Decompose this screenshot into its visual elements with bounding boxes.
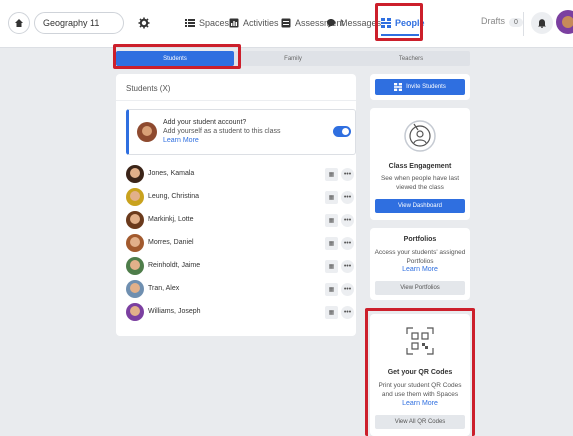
student-name: Markinkj, Lotte — [148, 216, 194, 223]
list-item[interactable]: Morres, Daniel ▦ ••• — [126, 234, 356, 254]
invite-students-label: Invite Students — [406, 84, 446, 90]
gear-icon[interactable] — [136, 15, 152, 31]
add-account-toggle[interactable] — [333, 126, 351, 137]
avatar — [126, 257, 144, 275]
students-panel: Students (X) Add your student account? A… — [116, 74, 356, 336]
add-account-text: Add yourself as a student to this class — [163, 128, 281, 135]
tab-teachers[interactable]: Teachers — [352, 51, 470, 66]
student-name: Jones, Kamala — [148, 170, 195, 177]
avatar — [126, 165, 144, 183]
list-item[interactable]: Williams, Joseph ▦ ••• — [126, 303, 356, 323]
avatar — [126, 280, 144, 298]
divider — [523, 12, 524, 36]
nav-activities[interactable]: Activities — [229, 14, 279, 32]
qr-code-icon[interactable]: ▦ — [325, 237, 338, 250]
activities-icon — [229, 18, 239, 28]
avatar — [126, 211, 144, 229]
nav-spaces[interactable]: Spaces — [185, 14, 229, 32]
spaces-icon — [185, 19, 195, 27]
more-options-icon[interactable]: ••• — [341, 191, 354, 204]
view-dashboard-button[interactable]: View Dashboard — [375, 199, 465, 213]
drafts-count-badge: 0 — [509, 18, 523, 27]
learn-more-link[interactable]: Learn More — [163, 137, 199, 144]
people-icon — [394, 83, 403, 91]
top-navigation-bar: Geography 11 Spaces Activities Assessmen… — [0, 0, 573, 48]
list-item[interactable]: Jones, Kamala ▦ ••• — [126, 165, 356, 185]
student-name: Morres, Daniel — [148, 239, 194, 246]
list-item[interactable]: Tran, Alex ▦ ••• — [126, 280, 356, 300]
portfolios-learn-more-link[interactable]: Learn More — [370, 266, 470, 273]
user-avatar[interactable] — [556, 10, 573, 34]
qr-code-icon[interactable]: ▦ — [325, 260, 338, 273]
nav-messages[interactable]: Messages — [326, 14, 381, 32]
list-item[interactable]: Markinkj, Lotte ▦ ••• — [126, 211, 356, 231]
student-name: Reinholdt, Jaime — [148, 262, 201, 269]
nav-activities-label: Activities — [243, 18, 279, 28]
assessment-icon — [281, 18, 291, 28]
portfolios-title: Portfolios — [403, 236, 437, 243]
students-title: Students (X) — [126, 84, 171, 93]
avatar — [126, 234, 144, 252]
highlight-box-qr-codes — [365, 308, 475, 436]
avatar — [126, 188, 144, 206]
class-selector[interactable]: Geography 11 — [34, 12, 124, 34]
add-student-account-card: Add your student account? Add yourself a… — [126, 109, 356, 155]
drafts-label: Drafts — [481, 16, 506, 26]
notifications-button[interactable] — [531, 12, 553, 34]
messages-icon — [327, 19, 335, 28]
highlight-box-people — [375, 3, 423, 41]
avatar — [126, 303, 144, 321]
home-icon — [15, 19, 23, 27]
list-item[interactable]: Leung, Christina ▦ ••• — [126, 188, 356, 208]
bell-icon — [538, 19, 546, 28]
engagement-text: See when people have last viewed the cla… — [380, 175, 460, 191]
more-options-icon[interactable]: ••• — [341, 237, 354, 250]
more-options-icon[interactable]: ••• — [341, 214, 354, 227]
nav-spaces-label: Spaces — [199, 18, 230, 28]
qr-code-icon[interactable]: ▦ — [325, 306, 338, 319]
portfolios-card: Portfolios Access your students' assigne… — [370, 228, 470, 300]
invite-students-button[interactable]: Invite Students — [375, 79, 465, 95]
student-name: Tran, Alex — [148, 285, 180, 292]
drafts-button[interactable]: Drafts 0 — [481, 16, 523, 27]
invite-card: Invite Students — [370, 74, 470, 100]
more-options-icon[interactable]: ••• — [341, 283, 354, 296]
qr-code-icon[interactable]: ▦ — [325, 283, 338, 296]
avatar — [137, 122, 157, 142]
qr-code-icon[interactable]: ▦ — [325, 191, 338, 204]
qr-code-icon[interactable]: ▦ — [325, 168, 338, 181]
student-name: Williams, Joseph — [148, 308, 201, 315]
qr-code-icon[interactable]: ▦ — [325, 214, 338, 227]
divider — [116, 100, 356, 101]
engagement-title: Class Engagement — [388, 163, 452, 170]
more-options-icon[interactable]: ••• — [341, 306, 354, 319]
portfolios-text: Access your students' assigned Portfolio… — [374, 249, 466, 265]
more-options-icon[interactable]: ••• — [341, 260, 354, 273]
view-portfolios-button[interactable]: View Portfolios — [375, 281, 465, 295]
more-options-icon[interactable]: ••• — [341, 168, 354, 181]
student-name: Leung, Christina — [148, 193, 199, 200]
engagement-icon — [404, 120, 436, 152]
list-item[interactable]: Reinholdt, Jaime ▦ ••• — [126, 257, 356, 277]
add-account-heading: Add your student account? — [163, 119, 247, 126]
class-name: Geography 11 — [43, 18, 100, 28]
home-button[interactable] — [8, 12, 30, 34]
highlight-box-students-tab — [113, 44, 241, 69]
tab-family[interactable]: Family — [234, 51, 352, 66]
class-engagement-card: Class Engagement See when people have la… — [370, 108, 470, 220]
